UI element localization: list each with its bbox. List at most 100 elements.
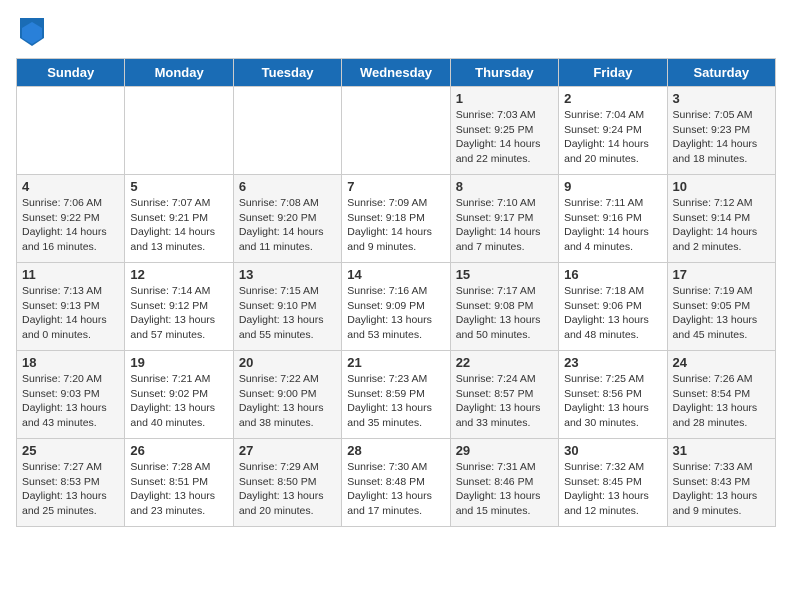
calendar-cell: 16 Sunrise: 7:18 AMSunset: 9:06 PMDayligh… [559,263,667,351]
day-info: Sunrise: 7:24 AMSunset: 8:57 PMDaylight:… [456,372,553,431]
weekday-header-thursday: Thursday [450,59,558,87]
calendar-cell: 22 Sunrise: 7:24 AMSunset: 8:57 PMDayligh… [450,351,558,439]
day-number: 9 [564,179,661,194]
day-number: 22 [456,355,553,370]
calendar-cell: 23 Sunrise: 7:25 AMSunset: 8:56 PMDayligh… [559,351,667,439]
calendar-cell [342,87,450,175]
day-info: Sunrise: 7:08 AMSunset: 9:20 PMDaylight:… [239,196,336,255]
calendar-cell: 21 Sunrise: 7:23 AMSunset: 8:59 PMDayligh… [342,351,450,439]
weekday-header-sunday: Sunday [17,59,125,87]
weekday-header-monday: Monday [125,59,233,87]
day-info: Sunrise: 7:13 AMSunset: 9:13 PMDaylight:… [22,284,119,343]
calendar-table: SundayMondayTuesdayWednesdayThursdayFrid… [16,58,776,527]
day-number: 7 [347,179,444,194]
day-number: 19 [130,355,227,370]
weekday-header-row: SundayMondayTuesdayWednesdayThursdayFrid… [17,59,776,87]
day-info: Sunrise: 7:05 AMSunset: 9:23 PMDaylight:… [673,108,770,167]
calendar-cell: 8Sunrise: 7:10 AMSunset: 9:17 PMDaylight… [450,175,558,263]
day-number: 29 [456,443,553,458]
day-info: Sunrise: 7:20 AMSunset: 9:03 PMDaylight:… [22,372,119,431]
day-number: 10 [673,179,770,194]
calendar-week-2: 4 Sunrise: 7:06 AMSunset: 9:22 PMDaylight… [17,175,776,263]
calendar-cell [233,87,341,175]
weekday-header-friday: Friday [559,59,667,87]
weekday-header-saturday: Saturday [667,59,775,87]
day-number: 21 [347,355,444,370]
day-number: 4 [22,179,119,194]
day-info: Sunrise: 7:28 AMSunset: 8:51 PMDaylight:… [130,460,227,519]
day-number: 25 [22,443,119,458]
day-number: 23 [564,355,661,370]
calendar-cell: 6 Sunrise: 7:08 AMSunset: 9:20 PMDaylight… [233,175,341,263]
calendar-week-3: 11 Sunrise: 7:13 AMSunset: 9:13 PMDayligh… [17,263,776,351]
day-info: Sunrise: 7:15 AMSunset: 9:10 PMDaylight:… [239,284,336,343]
day-number: 31 [673,443,770,458]
day-info: Sunrise: 7:30 AMSunset: 8:48 PMDaylight:… [347,460,444,519]
day-number: 6 [239,179,336,194]
day-number: 5 [130,179,227,194]
day-info: Sunrise: 7:17 AMSunset: 9:08 PMDaylight:… [456,284,553,343]
logo [16,16,44,46]
day-number: 17 [673,267,770,282]
calendar-cell [125,87,233,175]
day-number: 1 [456,91,553,106]
day-number: 28 [347,443,444,458]
day-info: Sunrise: 7:07 AMSunset: 9:21 PMDaylight:… [130,196,227,255]
calendar-week-4: 18 Sunrise: 7:20 AMSunset: 9:03 PMDayligh… [17,351,776,439]
day-number: 14 [347,267,444,282]
day-number: 15 [456,267,553,282]
calendar-cell: 13 Sunrise: 7:15 AMSunset: 9:10 PMDayligh… [233,263,341,351]
calendar-week-5: 25 Sunrise: 7:27 AMSunset: 8:53 PMDayligh… [17,439,776,527]
day-number: 3 [673,91,770,106]
day-info: Sunrise: 7:25 AMSunset: 8:56 PMDaylight:… [564,372,661,431]
day-info: Sunrise: 7:04 AMSunset: 9:24 PMDaylight:… [564,108,661,167]
calendar-cell: 28 Sunrise: 7:30 AMSunset: 8:48 PMDayligh… [342,439,450,527]
calendar-cell: 31 Sunrise: 7:33 AMSunset: 8:43 PMDayligh… [667,439,775,527]
calendar-cell: 1 Sunrise: 7:03 AMSunset: 9:25 PMDaylight… [450,87,558,175]
calendar-cell: 24 Sunrise: 7:26 AMSunset: 8:54 PMDayligh… [667,351,775,439]
day-info: Sunrise: 7:09 AMSunset: 9:18 PMDaylight:… [347,196,444,255]
day-number: 2 [564,91,661,106]
day-info: Sunrise: 7:18 AMSunset: 9:06 PMDaylight:… [564,284,661,343]
day-info: Sunrise: 7:31 AMSunset: 8:46 PMDaylight:… [456,460,553,519]
day-number: 11 [22,267,119,282]
day-info: Sunrise: 7:10 AMSunset: 9:17 PMDaylight:… [456,196,553,255]
calendar-cell: 30Sunrise: 7:32 AMSunset: 8:45 PMDayligh… [559,439,667,527]
day-info: Sunrise: 7:11 AMSunset: 9:16 PMDaylight:… [564,196,661,255]
calendar-cell: 20 Sunrise: 7:22 AMSunset: 9:00 PMDayligh… [233,351,341,439]
day-info: Sunrise: 7:22 AMSunset: 9:00 PMDaylight:… [239,372,336,431]
calendar-week-1: 1 Sunrise: 7:03 AMSunset: 9:25 PMDaylight… [17,87,776,175]
day-info: Sunrise: 7:27 AMSunset: 8:53 PMDaylight:… [22,460,119,519]
day-info: Sunrise: 7:23 AMSunset: 8:59 PMDaylight:… [347,372,444,431]
day-info: Sunrise: 7:14 AMSunset: 9:12 PMDaylight:… [130,284,227,343]
calendar-cell [17,87,125,175]
day-info: Sunrise: 7:16 AMSunset: 9:09 PMDaylight:… [347,284,444,343]
calendar-cell: 2 Sunrise: 7:04 AMSunset: 9:24 PMDaylight… [559,87,667,175]
calendar-cell: 9 Sunrise: 7:11 AMSunset: 9:16 PMDaylight… [559,175,667,263]
calendar-cell: 29 Sunrise: 7:31 AMSunset: 8:46 PMDayligh… [450,439,558,527]
day-number: 24 [673,355,770,370]
calendar-cell: 11 Sunrise: 7:13 AMSunset: 9:13 PMDayligh… [17,263,125,351]
weekday-header-wednesday: Wednesday [342,59,450,87]
day-info: Sunrise: 7:29 AMSunset: 8:50 PMDaylight:… [239,460,336,519]
day-info: Sunrise: 7:12 AMSunset: 9:14 PMDaylight:… [673,196,770,255]
day-number: 13 [239,267,336,282]
day-info: Sunrise: 7:19 AMSunset: 9:05 PMDaylight:… [673,284,770,343]
day-info: Sunrise: 7:06 AMSunset: 9:22 PMDaylight:… [22,196,119,255]
day-number: 26 [130,443,227,458]
day-info: Sunrise: 7:33 AMSunset: 8:43 PMDaylight:… [673,460,770,519]
day-number: 18 [22,355,119,370]
weekday-header-tuesday: Tuesday [233,59,341,87]
calendar-cell: 25 Sunrise: 7:27 AMSunset: 8:53 PMDayligh… [17,439,125,527]
day-number: 20 [239,355,336,370]
day-info: Sunrise: 7:26 AMSunset: 8:54 PMDaylight:… [673,372,770,431]
calendar-cell: 18 Sunrise: 7:20 AMSunset: 9:03 PMDayligh… [17,351,125,439]
calendar-cell: 14 Sunrise: 7:16 AMSunset: 9:09 PMDayligh… [342,263,450,351]
calendar-cell: 5 Sunrise: 7:07 AMSunset: 9:21 PMDaylight… [125,175,233,263]
day-info: Sunrise: 7:21 AMSunset: 9:02 PMDaylight:… [130,372,227,431]
calendar-cell: 27Sunrise: 7:29 AMSunset: 8:50 PMDayligh… [233,439,341,527]
day-number: 16 [564,267,661,282]
day-info: Sunrise: 7:03 AMSunset: 9:25 PMDaylight:… [456,108,553,167]
day-number: 12 [130,267,227,282]
calendar-cell: 12 Sunrise: 7:14 AMSunset: 9:12 PMDayligh… [125,263,233,351]
